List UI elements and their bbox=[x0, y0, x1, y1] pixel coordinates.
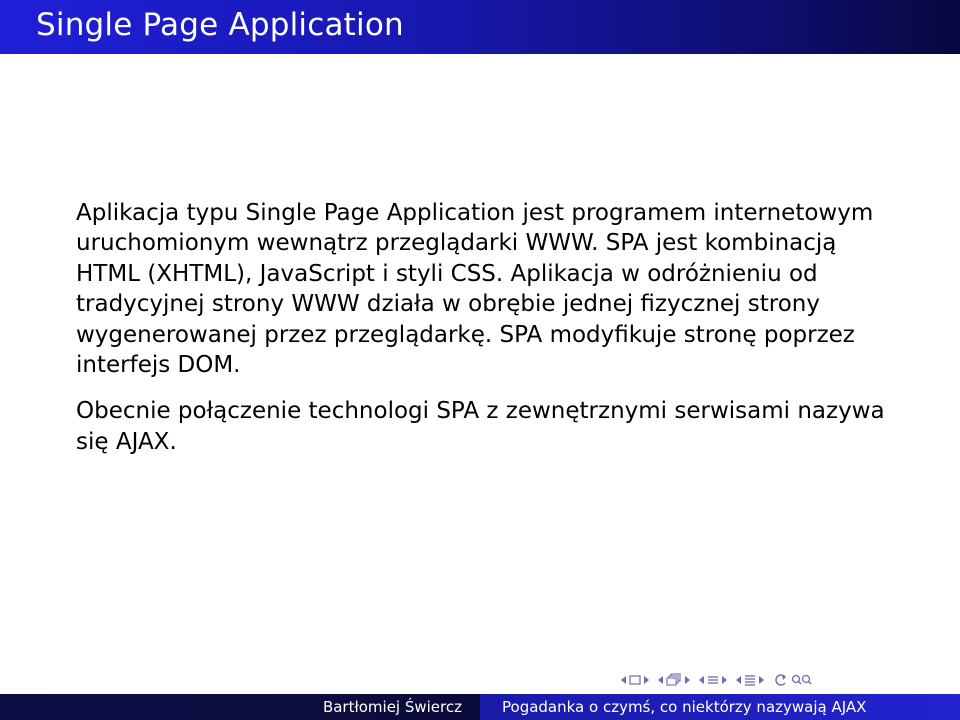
slide-nav bbox=[735, 674, 765, 686]
subsection-nav bbox=[657, 673, 691, 687]
prev-section-icon[interactable] bbox=[698, 675, 705, 685]
paragraph-spa-description: Aplikacja typu Single Page Application j… bbox=[76, 200, 874, 379]
section-icon[interactable] bbox=[707, 674, 719, 686]
section-nav bbox=[698, 674, 728, 686]
prev-subsection-icon[interactable] bbox=[657, 675, 664, 685]
tools-nav bbox=[772, 673, 814, 687]
footer-author: Bartłomiej Świercz bbox=[0, 694, 480, 720]
paragraph-ajax-definition: Obecnie połączenie technologi SPA z zewn… bbox=[76, 398, 885, 455]
search-icon[interactable] bbox=[790, 673, 814, 687]
next-frame-icon[interactable] bbox=[643, 675, 650, 685]
back-icon[interactable] bbox=[772, 673, 788, 687]
subsection-icon[interactable] bbox=[666, 673, 682, 687]
footer-talk-title: Pogadanka o czymś, co niektórzy nazywają… bbox=[480, 694, 960, 720]
footer: Bartłomiej Świercz Pogadanka o czymś, co… bbox=[0, 694, 960, 720]
navigation-bar bbox=[620, 668, 955, 692]
slide-icon[interactable] bbox=[744, 674, 756, 686]
prev-frame-icon[interactable] bbox=[620, 675, 627, 685]
next-slide-icon[interactable] bbox=[758, 675, 765, 685]
frame-icon[interactable] bbox=[629, 675, 641, 685]
slide: Single Page Application Aplikacja typu S… bbox=[0, 0, 960, 720]
slide-body: Aplikacja typu Single Page Application j… bbox=[76, 198, 896, 457]
next-section-icon[interactable] bbox=[721, 675, 728, 685]
slide-title: Single Page Application bbox=[36, 7, 404, 43]
frame-nav bbox=[620, 675, 650, 685]
title-bar: Single Page Application bbox=[0, 0, 960, 54]
prev-slide-icon[interactable] bbox=[735, 675, 742, 685]
next-subsection-icon[interactable] bbox=[684, 675, 691, 685]
